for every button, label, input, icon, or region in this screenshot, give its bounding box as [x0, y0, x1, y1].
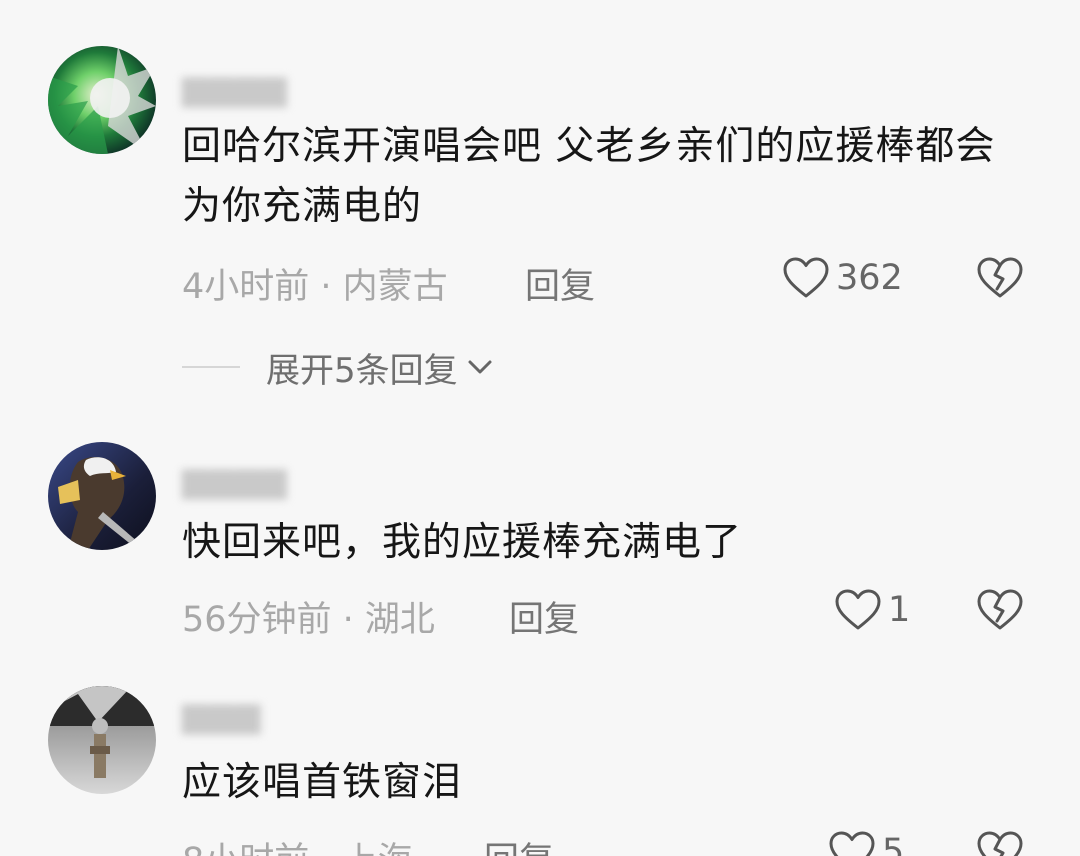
eagle-avatar-icon: [48, 442, 156, 550]
comment-text: 快回来吧，我的应援棒充满电了: [182, 520, 743, 565]
expand-replies-button[interactable]: 展开5条回复: [182, 344, 496, 391]
like-count: 362: [836, 258, 903, 298]
reply-button[interactable]: 回复: [525, 258, 595, 309]
expand-replies-label: 展开5条回复: [266, 350, 458, 391]
photo-avatar-icon: [48, 686, 156, 794]
heart-icon: [783, 257, 829, 298]
comment-section: ▆▆▆▆ 回哈尔滨开演唱会吧 父老乡亲们的应援棒都会为你充满电的 4小时前 · …: [0, 0, 1080, 856]
dislike-button[interactable]: [976, 588, 1024, 632]
heart-icon: [835, 589, 881, 630]
time-location: 4小时前 · 内蒙古: [182, 267, 448, 307]
comment-text: 回哈尔滨开演唱会吧 父老乡亲们的应援棒都会为你充满电的: [182, 124, 996, 229]
like-count: 5: [882, 832, 905, 856]
like-button[interactable]: 5: [828, 830, 904, 856]
username[interactable]: ▆▆▆▆: [182, 460, 287, 500]
reply-button[interactable]: 回复: [509, 591, 579, 642]
avatar[interactable]: [48, 686, 156, 794]
like-button[interactable]: 1: [834, 588, 910, 632]
username[interactable]: ▆▆▆: [182, 695, 260, 735]
aurora-avatar-icon: [48, 46, 156, 154]
avatar[interactable]: [48, 442, 156, 550]
time-location: 56分钟前 · 湖北: [182, 600, 435, 640]
chevron-down-icon: [468, 360, 492, 374]
comment-text: 应该唱首铁窗泪: [182, 760, 463, 805]
expand-divider: [182, 366, 240, 368]
reply-button[interactable]: 回复: [484, 832, 554, 856]
broken-heart-icon: [977, 831, 1023, 856]
broken-heart-icon: [977, 589, 1023, 630]
dislike-button[interactable]: [976, 830, 1024, 856]
avatar[interactable]: [48, 46, 156, 154]
broken-heart-icon: [977, 257, 1023, 298]
like-count: 1: [888, 590, 911, 630]
like-button[interactable]: 362: [782, 256, 903, 300]
username[interactable]: ▆▆▆▆: [182, 68, 287, 108]
time-location: 8小时前 · 上海: [182, 832, 413, 856]
heart-icon: [829, 831, 875, 856]
dislike-button[interactable]: [976, 256, 1024, 300]
